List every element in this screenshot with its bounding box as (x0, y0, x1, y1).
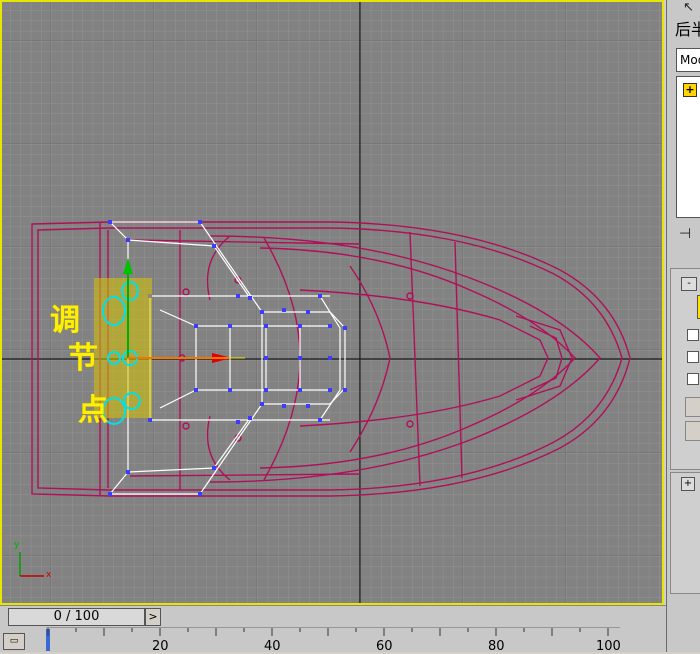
frame-counter[interactable]: 0 / 100 (8, 608, 145, 626)
checkbox-3[interactable] (687, 373, 699, 385)
plus-icon[interactable]: + (681, 477, 695, 491)
checkbox-1[interactable] (687, 329, 699, 341)
modifier-stack-list[interactable]: + (676, 76, 700, 218)
annotation-char-2: 节 (68, 341, 98, 376)
command-panel: ↖ 后半 Mod + ⊣ - + (666, 0, 700, 652)
axis-label-x: x (46, 570, 52, 580)
track-ruler (46, 627, 620, 651)
time-slider[interactable]: 0 / 100 > (0, 605, 666, 628)
rollout-button-2[interactable] (685, 421, 700, 441)
panel-tab-label[interactable]: 后半 (675, 16, 700, 40)
axis-label-y: y (14, 540, 20, 550)
selection-rollout: - (670, 268, 700, 470)
annotation-char-3: 点 (78, 393, 108, 428)
rollout-button-1[interactable] (685, 397, 700, 417)
annotation-char-1: 调 (50, 303, 80, 338)
cursor-icon[interactable]: ↖ (683, 0, 694, 15)
add-icon[interactable]: + (683, 83, 697, 97)
track-bar[interactable]: ▭ 20 40 60 80 100 (0, 627, 666, 654)
soft-selection-rollout: + (670, 472, 700, 594)
top-viewport[interactable]: 调 节 点 y x (0, 0, 664, 605)
viewport-canvas[interactable] (0, 0, 664, 605)
modifier-list-dropdown[interactable]: Mod (676, 48, 700, 72)
next-frame-button[interactable]: > (145, 608, 161, 626)
pin-icon[interactable]: ⊣ (679, 226, 691, 242)
minus-icon[interactable]: - (681, 277, 697, 291)
checkbox-2[interactable] (687, 351, 699, 363)
